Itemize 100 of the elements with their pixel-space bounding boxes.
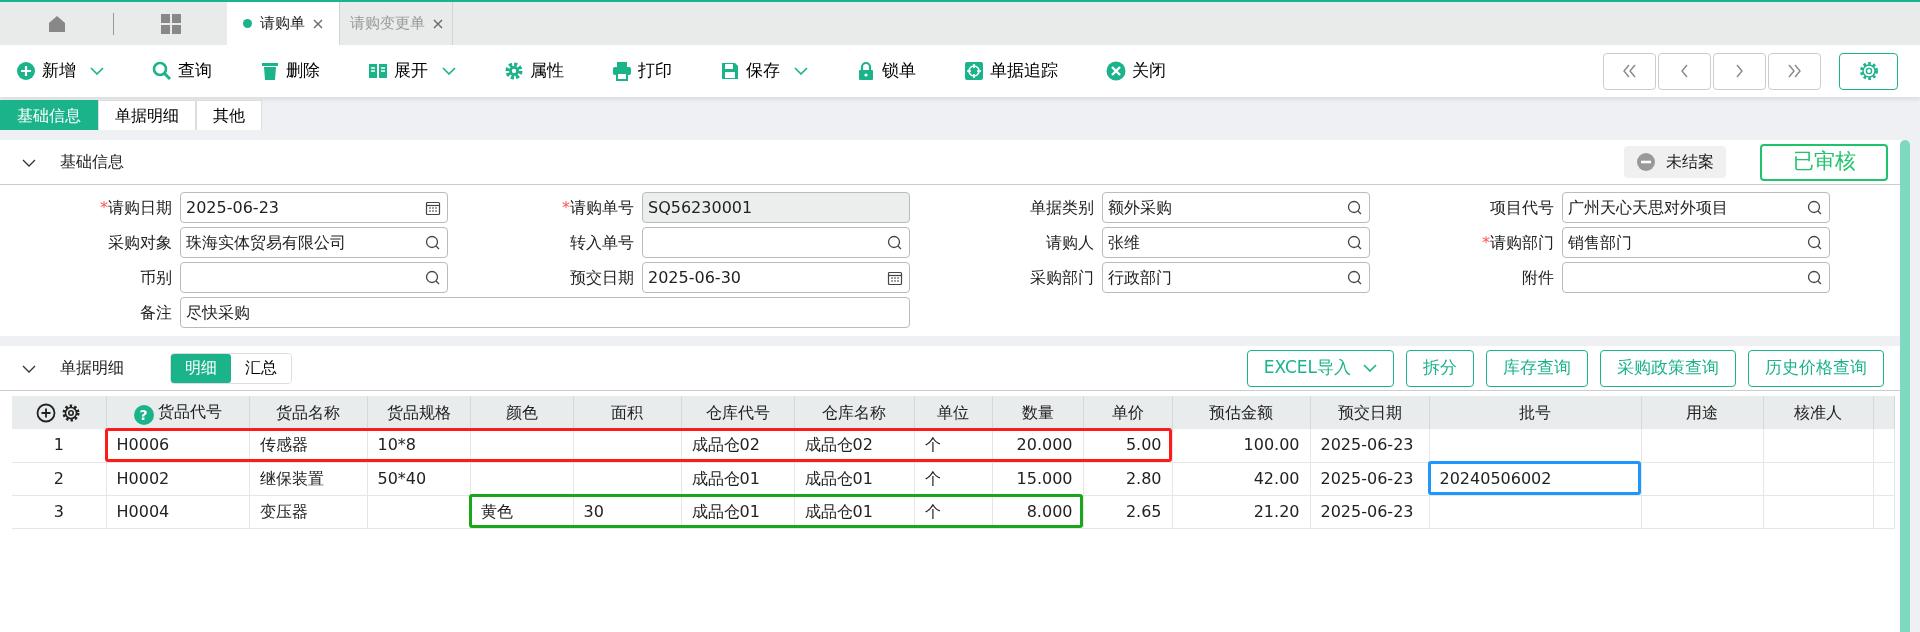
field-label: 采购对象 xyxy=(108,232,172,252)
table-cell: 2025-06-23 xyxy=(1310,495,1429,528)
toolbar-button[interactable]: 关闭 xyxy=(1106,58,1166,84)
section-tab[interactable]: 其他 xyxy=(196,100,262,130)
column-header[interactable]: 批号 xyxy=(1429,396,1641,429)
table-cell: 100.00 xyxy=(1172,429,1310,462)
search-icon[interactable] xyxy=(425,269,441,286)
close-icon[interactable] xyxy=(313,18,323,29)
last-page-icon xyxy=(1788,64,1801,78)
input-field[interactable]: SQ56230001 xyxy=(642,192,910,223)
row-number: 1 xyxy=(12,429,106,462)
column-header[interactable]: 仓库代号 xyxy=(681,396,794,429)
input-field[interactable] xyxy=(642,227,910,258)
table-cell: 个 xyxy=(914,462,992,495)
field-label: 采购部门 xyxy=(1030,267,1094,287)
add-icon xyxy=(16,61,36,81)
calendar-icon[interactable] xyxy=(425,199,441,216)
section-title: 基础信息 xyxy=(60,151,124,173)
search-icon[interactable] xyxy=(887,234,903,251)
add-row-icon[interactable] xyxy=(36,403,57,423)
minus-circle-icon xyxy=(1636,152,1656,172)
search-icon[interactable] xyxy=(1807,269,1823,286)
close-icon xyxy=(1106,61,1126,81)
field-label: 请购部门 xyxy=(1490,232,1554,252)
row-number: 3 xyxy=(12,495,106,528)
column-header[interactable]: 单位 xyxy=(914,396,992,429)
table-cell: 2025-06-23 xyxy=(1310,429,1429,462)
input-field[interactable]: 销售部门 xyxy=(1562,227,1830,258)
input-field[interactable]: 尽快采购 xyxy=(180,297,910,328)
search-icon[interactable] xyxy=(425,234,441,251)
settings-icon[interactable] xyxy=(61,403,82,423)
input-field[interactable]: 2025-06-30 xyxy=(642,262,910,293)
toolbar-button[interactable]: 单据追踪 xyxy=(964,58,1058,84)
search-icon[interactable] xyxy=(1347,199,1363,216)
input-field[interactable]: 2025-06-23 xyxy=(180,192,448,223)
table-cell: H0004 xyxy=(106,495,249,528)
document-tab[interactable]: 请购单 xyxy=(227,2,340,45)
search-icon[interactable] xyxy=(1347,269,1363,286)
search-icon[interactable] xyxy=(1347,234,1363,251)
active-dot-icon xyxy=(243,19,252,28)
floppy-icon xyxy=(720,61,740,81)
printer-icon xyxy=(612,61,632,81)
home-icon[interactable] xyxy=(46,13,67,34)
column-header[interactable]: 货品规格 xyxy=(367,396,470,429)
toolbar-button[interactable]: 属性 xyxy=(504,58,564,84)
column-header[interactable]: 货品名称 xyxy=(249,396,367,429)
required-marker: * xyxy=(562,197,570,217)
calendar-icon[interactable] xyxy=(887,269,903,286)
toolbar-button[interactable]: 删除 xyxy=(260,58,320,84)
input-field[interactable]: 行政部门 xyxy=(1102,262,1370,293)
table-cell: 30 xyxy=(573,495,681,528)
toolbar-button[interactable]: 锁单 xyxy=(856,58,916,84)
table-cell: 8.000 xyxy=(992,495,1083,528)
field-label: 备注 xyxy=(140,302,172,322)
input-field[interactable]: 广州天心天思对外项目 xyxy=(1562,192,1830,223)
settings-button[interactable] xyxy=(1839,52,1898,90)
table-cell: 50*40 xyxy=(367,462,470,495)
toolbar-button[interactable]: 查询 xyxy=(152,58,212,84)
toolbar-button[interactable]: 新增 xyxy=(16,58,104,84)
grid-icon[interactable] xyxy=(160,13,181,34)
column-header[interactable]: 单价 xyxy=(1083,396,1172,429)
input-field[interactable]: 额外采购 xyxy=(1102,192,1370,223)
column-header[interactable]: 数量 xyxy=(992,396,1083,429)
table-cell: 15.000 xyxy=(992,462,1083,495)
table-cell: 10*8 xyxy=(367,429,470,462)
table-cell: 20.000 xyxy=(992,429,1083,462)
column-header[interactable]: 仓库名称 xyxy=(794,396,914,429)
field-label: 币别 xyxy=(140,267,172,287)
column-header[interactable]: 面积 xyxy=(573,396,681,429)
status-tag: 未结案 xyxy=(1624,146,1726,178)
input-field[interactable] xyxy=(180,262,448,293)
settings-icon xyxy=(1857,60,1880,82)
input-field[interactable] xyxy=(1562,262,1830,293)
table-cell: 21.20 xyxy=(1172,495,1310,528)
toolbar-button[interactable]: 保存 xyxy=(720,58,808,84)
required-marker: * xyxy=(1482,232,1490,252)
column-header[interactable]: 核准人 xyxy=(1763,396,1873,429)
toolbar-button[interactable]: 打印 xyxy=(612,58,672,84)
search-icon[interactable] xyxy=(1807,234,1823,251)
search-icon[interactable] xyxy=(1807,199,1823,216)
toolbar-button[interactable]: 展开 xyxy=(368,58,456,84)
scrollbar[interactable] xyxy=(1900,140,1910,632)
input-field[interactable]: 珠海实体贸易有限公司 xyxy=(180,227,448,258)
table-cell: 2.80 xyxy=(1083,462,1172,495)
column-header[interactable]: 用途 xyxy=(1641,396,1763,429)
gear-icon xyxy=(504,61,524,81)
section-tab[interactable]: 单据明细 xyxy=(98,100,196,130)
column-header[interactable]: 预交日期 xyxy=(1310,396,1429,429)
book-icon xyxy=(368,61,388,81)
column-header[interactable]: 预估金额 xyxy=(1172,396,1310,429)
column-header[interactable]: 颜色 xyxy=(470,396,573,429)
field-label: 附件 xyxy=(1522,267,1554,287)
field-label: 预交日期 xyxy=(570,267,634,287)
first-page-icon xyxy=(1623,64,1636,78)
close-icon[interactable] xyxy=(432,18,443,29)
input-field[interactable]: 张维 xyxy=(1102,227,1370,258)
column-header[interactable]: ? 货品代号 xyxy=(106,396,249,429)
table-cell: 个 xyxy=(914,495,992,528)
table-cell: 成品仓01 xyxy=(681,462,794,495)
table-cell: 黄色 xyxy=(470,495,573,528)
